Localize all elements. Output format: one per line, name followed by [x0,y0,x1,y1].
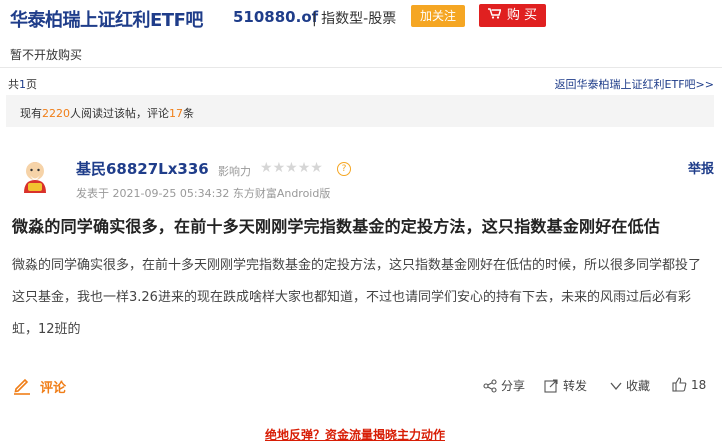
comment-button[interactable]: 评论 [40,377,66,396]
forward-button[interactable]: 转发 [544,377,587,394]
favorite-button[interactable]: 收藏 [610,377,650,394]
purchase-notice: 暂不开放购买 [10,48,83,62]
cart-icon [487,4,502,27]
like-count: 18 [691,377,707,392]
page-suffix: 页 [26,78,37,91]
fund-type: 指数型-股票 [321,11,397,27]
read-prefix: 现有 [20,107,42,120]
star-icon: ★ [297,160,311,176]
report-link[interactable]: 举报 [688,158,714,177]
follow-button[interactable]: 加关注 [411,5,465,27]
avatar[interactable] [18,155,52,193]
buy-button[interactable]: 购 买 [479,4,546,27]
back-to-forum-link[interactable]: 返回华泰柏瑞上证红利ETF吧>> [555,76,714,92]
post-body: 微淼的同学确实很多，在前十多天刚刚学完指数基金的定投方法，这只指数基金刚好在低估… [12,258,702,337]
star-icon: ★ [272,160,286,176]
star-icon: ★ [285,160,298,176]
promo-link[interactable]: 绝地反弹？资金流量揭晓主力动作 [0,426,710,443]
question-circle-icon[interactable]: ? [337,162,351,176]
read-stats: 现有2220人阅读过该帖，评论17条 [20,105,194,121]
fund-type-info: | 指数型-股票 [312,8,396,28]
fund-forum-title[interactable]: 华泰柏瑞上证红利ETF吧 [10,6,203,32]
influence-label: 影响力 [218,165,251,178]
comment-count: 17 [169,107,183,120]
chevron-down-icon [610,382,622,390]
page-count: 共1页 [8,76,37,92]
post-meta: 发表于 2021-09-25 05:34:32 东方财富Android版 [76,187,331,200]
pencil-icon[interactable] [12,375,32,395]
share-button[interactable]: 分享 [483,377,525,394]
thumbs-up-icon [672,377,687,392]
read-count: 2220 [42,107,70,120]
page-prefix: 共 [8,78,19,91]
forward-icon [544,378,558,393]
page-number[interactable]: 1 [19,78,26,91]
read-suffix: 人阅读过该帖，评论 [70,107,169,120]
divider [0,67,722,68]
post-title: 微淼的同学确实很多，在前十多天刚刚学完指数基金的定投方法，这只指数基金刚好在低估 [12,217,661,236]
fund-code-link[interactable]: 510880.of [233,8,318,26]
separator: | [312,11,317,27]
author-name[interactable]: 基民68827Lx336 [76,158,209,179]
forward-label: 转发 [563,379,588,393]
star-icon: ★ [260,160,273,176]
influence-stars: ★★★★★ [260,160,323,176]
comment-suffix: 条 [183,107,194,120]
favorite-label: 收藏 [626,379,651,393]
buy-label: 购 买 [506,8,538,23]
star-icon: ★ [310,160,323,176]
share-icon [483,378,497,393]
like-button[interactable]: 18 [672,377,706,392]
share-label: 分享 [501,379,526,393]
fund-code[interactable]: 510880.of [233,8,318,26]
